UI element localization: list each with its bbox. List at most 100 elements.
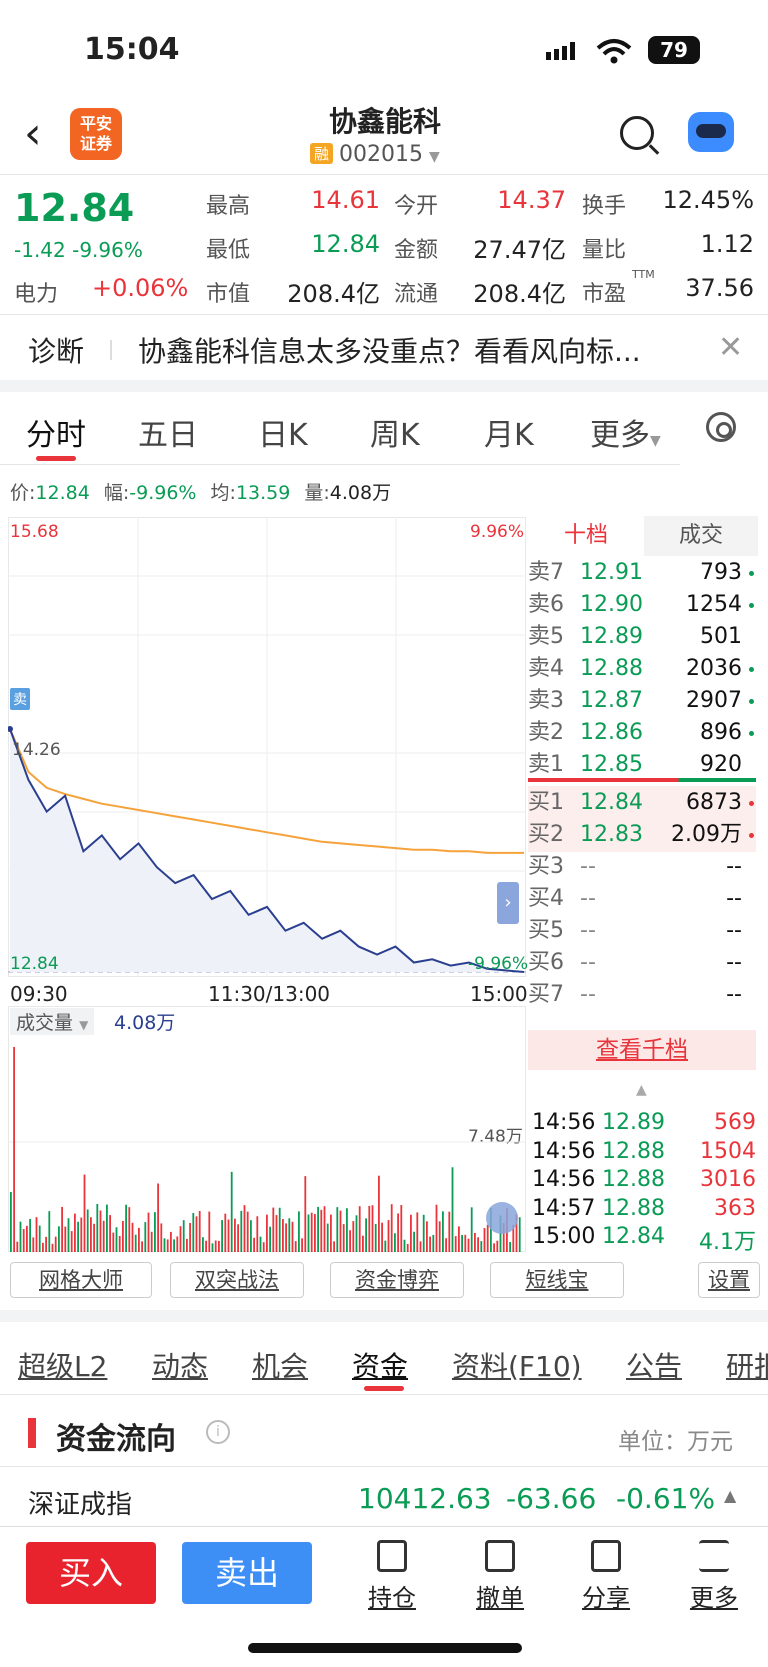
index-change-pct: -0.61% <box>616 1482 716 1515</box>
ask-row[interactable]: 卖6 12.90 1254 <box>528 588 756 622</box>
level-price: -- <box>580 950 596 975</box>
settings-gear-icon[interactable] <box>706 412 736 442</box>
tab-news[interactable]: 动态 <box>152 1345 208 1385</box>
volume-bar <box>29 1218 31 1252</box>
intraday-chart-svg <box>8 517 526 977</box>
tab-intraday[interactable]: 分时 <box>26 410 86 454</box>
level-price: 12.83 <box>580 822 643 847</box>
level-volume: 501 <box>700 624 742 649</box>
bid-row[interactable]: 买4 -- -- <box>528 882 756 916</box>
fullscreen-icon[interactable] <box>486 1202 518 1234</box>
tab-five-day[interactable]: 五日 <box>138 410 198 454</box>
bid-row[interactable]: 买7 -- -- <box>528 978 756 1012</box>
change-dot <box>749 833 754 838</box>
stock-code-selector[interactable]: 融 002015 ▼ <box>310 142 440 167</box>
tool-settings[interactable]: 设置 <box>698 1262 760 1298</box>
volume-bar <box>269 1226 271 1252</box>
volume-bar <box>336 1207 339 1252</box>
volume-bar <box>195 1216 198 1252</box>
ask-row[interactable]: 卖3 12.87 2907 <box>528 684 756 718</box>
level-volume: -- <box>726 918 742 943</box>
bid-row[interactable]: 买2 12.83 2.09万 <box>528 818 756 852</box>
active-section-indicator <box>364 1386 404 1391</box>
view-thousand-levels-link[interactable]: 查看千档 <box>528 1030 756 1070</box>
tab-more[interactable]: 更多▼ <box>590 410 661 454</box>
positions-button[interactable]: 持仓 <box>352 1540 432 1613</box>
ask-row[interactable]: 卖1 12.85 920 <box>528 748 756 782</box>
volume-bar <box>166 1239 169 1252</box>
ask-row[interactable]: 卖4 12.88 2036 <box>528 652 756 686</box>
expand-arrow-icon[interactable]: › <box>497 882 519 924</box>
bid-row[interactable]: 买3 -- -- <box>528 850 756 884</box>
bid-row[interactable]: 买1 12.84 6873 <box>528 786 756 820</box>
tab-announcements[interactable]: 公告 <box>626 1345 682 1385</box>
assistant-robot-icon[interactable] <box>688 112 734 152</box>
volume-bar <box>70 1231 73 1252</box>
volume-bar <box>192 1212 195 1252</box>
field-label: 最低 <box>206 238 251 263</box>
volume-bar <box>435 1204 438 1252</box>
level-volume: 793 <box>700 560 742 585</box>
sector-name[interactable]: 电力 <box>14 276 58 308</box>
ask-row[interactable]: 卖2 12.86 896 <box>528 716 756 750</box>
bid-row[interactable]: 买5 -- -- <box>528 914 756 948</box>
volume-bar <box>304 1176 307 1252</box>
search-icon[interactable] <box>620 116 654 150</box>
volume-bar <box>426 1221 428 1252</box>
tool-double-breakout[interactable]: 双突战法 <box>170 1262 304 1298</box>
info-icon[interactable]: i <box>206 1420 230 1444</box>
tab-super-l2[interactable]: 超级L2 <box>18 1345 107 1385</box>
close-icon[interactable]: ✕ <box>718 330 743 365</box>
sector-change: +0.06% <box>92 274 189 302</box>
trade-time: 14:56 <box>532 1167 596 1192</box>
trade-time: 15:00 <box>532 1224 596 1249</box>
volume-bar <box>45 1236 47 1252</box>
x-axis-end: 15:00 <box>470 982 528 1006</box>
volume-bar <box>262 1242 265 1252</box>
volume-bar <box>51 1243 54 1252</box>
tab-trades[interactable]: 成交 <box>644 516 758 556</box>
buy-button[interactable]: 买入 <box>26 1542 156 1604</box>
diagnosis-banner[interactable]: 协鑫能科信息太多没重点？看看风向标... <box>138 330 698 370</box>
volume-bar <box>170 1231 172 1252</box>
tool-fund-game[interactable]: 资金博弈 <box>330 1262 464 1298</box>
start-point <box>8 726 13 733</box>
volume-bar <box>42 1242 44 1252</box>
status-time: 15:04 <box>84 32 180 67</box>
volume-bar <box>368 1205 371 1252</box>
tab-opportunity[interactable]: 机会 <box>252 1345 308 1385</box>
ask-row[interactable]: 卖7 12.91 793 <box>528 556 756 590</box>
volume-bar <box>240 1210 243 1252</box>
tab-f10[interactable]: 资料(F10) <box>452 1345 582 1385</box>
share-button[interactable]: 分享 <box>566 1540 646 1613</box>
tab-weekly-k[interactable]: 周K <box>370 410 420 454</box>
volume-bar <box>467 1238 470 1252</box>
current-price: 12.84 <box>14 186 135 230</box>
volume-bar <box>202 1237 204 1252</box>
tab-research[interactable]: 研报 <box>726 1345 768 1385</box>
tab-funds[interactable]: 资金 <box>352 1345 408 1385</box>
volume-bar <box>237 1224 239 1252</box>
tab-ten-levels[interactable]: 十档 <box>528 516 644 556</box>
volume-indicator-selector[interactable]: 成交量 ▼ <box>10 1008 95 1035</box>
cancel-order-button[interactable]: 撤单 <box>460 1540 540 1613</box>
field-value: 14.37 <box>497 186 566 214</box>
tab-monthly-k[interactable]: 月K <box>484 410 534 454</box>
price-change: -1.42 -9.96% <box>14 238 143 262</box>
volume-bar <box>486 1224 489 1252</box>
tool-short-term[interactable]: 短线宝 <box>490 1262 624 1298</box>
more-button[interactable]: 更多 <box>674 1540 754 1613</box>
divider <box>110 340 112 360</box>
ask-row[interactable]: 卖5 12.89 501 <box>528 620 756 654</box>
change-dot <box>749 603 754 608</box>
bid-row[interactable]: 买6 -- -- <box>528 946 756 980</box>
sell-marker[interactable]: 卖 <box>10 688 30 710</box>
tool-grid-master[interactable]: 网格大师 <box>10 1262 152 1298</box>
tab-daily-k[interactable]: 日K <box>258 410 308 454</box>
level-label: 卖4 <box>528 656 564 681</box>
back-icon[interactable]: ‹ <box>24 112 42 156</box>
trade-volume: 1504 <box>700 1138 756 1164</box>
caret-up-icon[interactable]: ▲ <box>724 1486 736 1505</box>
sell-button[interactable]: 卖出 <box>182 1542 312 1604</box>
caret-up-icon[interactable]: ▲ <box>636 1082 647 1098</box>
